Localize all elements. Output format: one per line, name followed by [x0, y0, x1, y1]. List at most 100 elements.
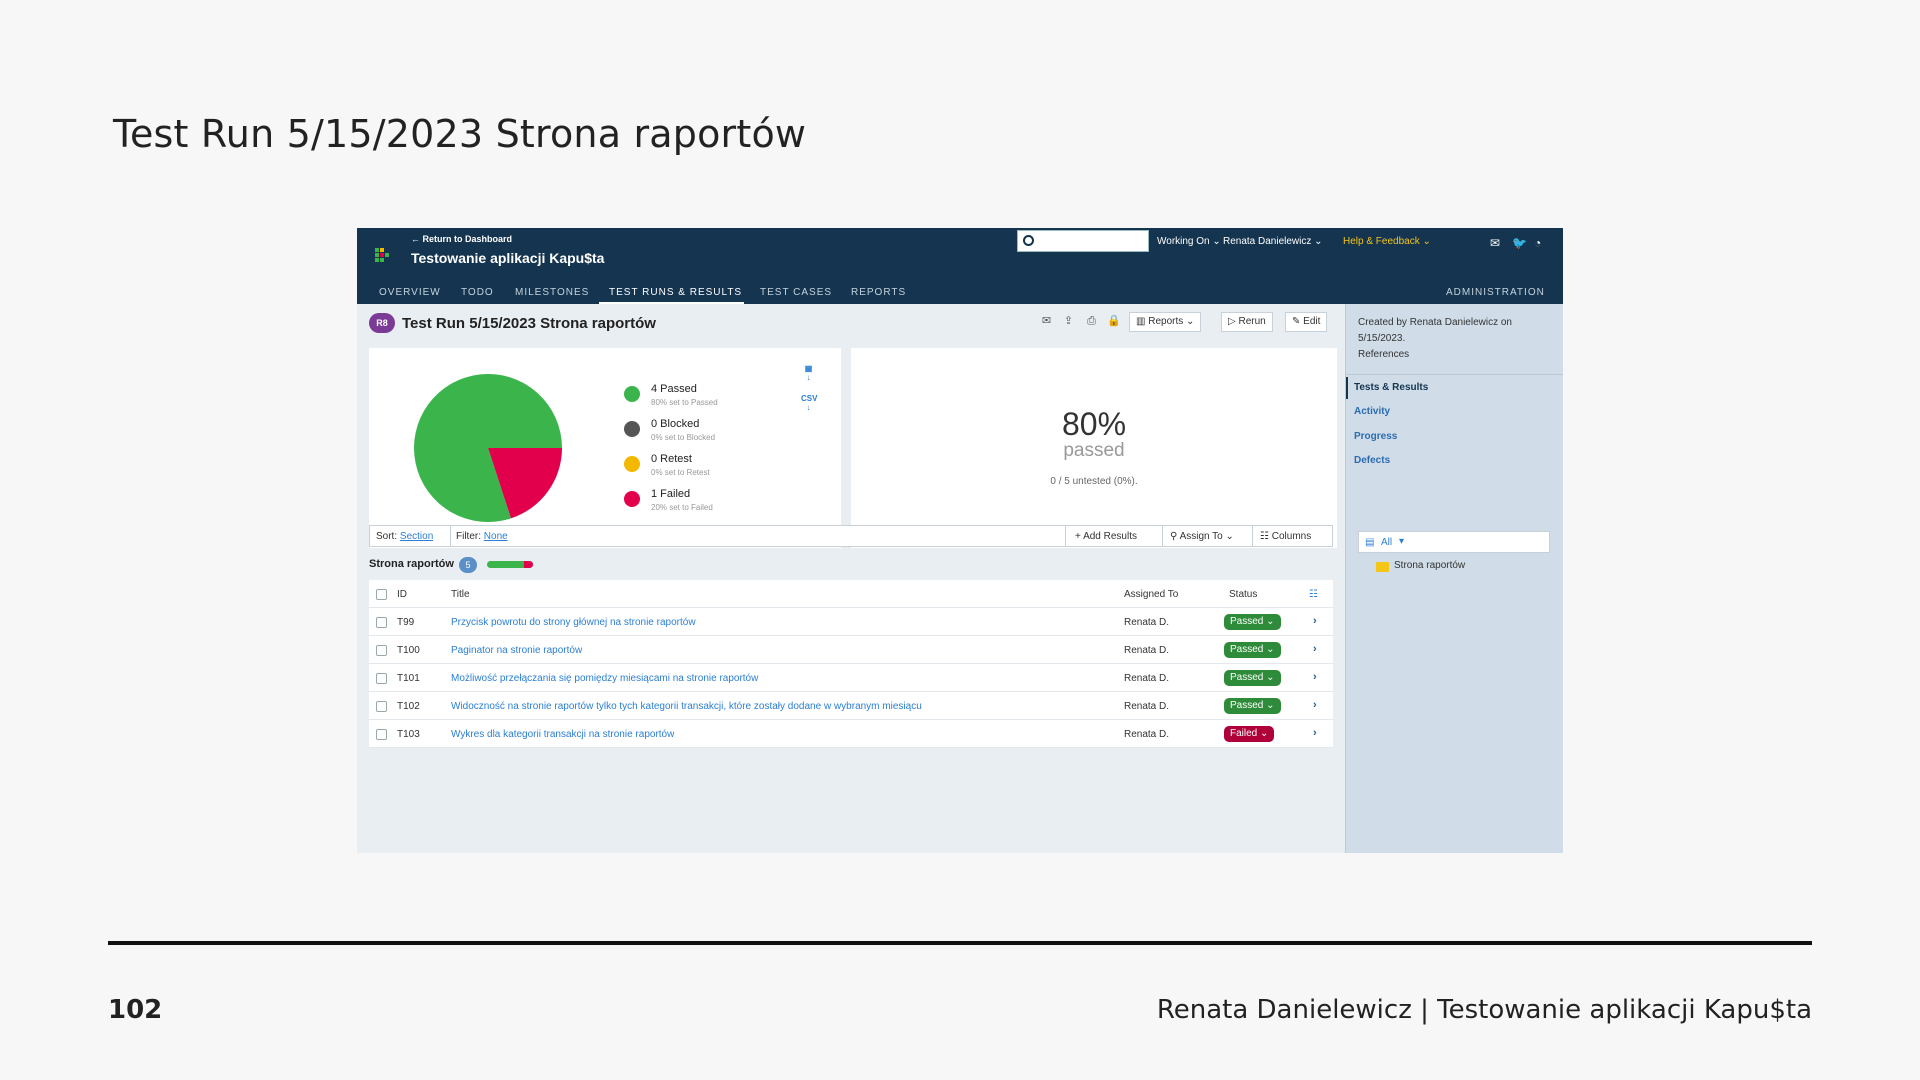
footer-divider [108, 941, 1812, 945]
rerun-button[interactable]: ▷ Rerun [1221, 312, 1273, 332]
failed-dot-icon [624, 491, 640, 507]
tab-milestones[interactable]: MILESTONES [515, 287, 589, 298]
sort-link[interactable]: Section [400, 531, 433, 542]
results-chart-card: 4 Passed 80% set to Passed 0 Blocked 0% … [369, 348, 841, 548]
tab-reports[interactable]: REPORTS [851, 287, 906, 298]
col-title[interactable]: Title [451, 589, 470, 600]
summary-card: 80% passed 0 / 5 untested (0%). [851, 348, 1337, 548]
chevron-right-icon[interactable]: › [1313, 643, 1317, 655]
assigned-to: Renata D. [1124, 701, 1170, 712]
plus-icon: + [1075, 531, 1081, 542]
table-row[interactable]: T100 Paginator na stronie raportów Renata … [369, 636, 1333, 664]
reports-icon: ▥ [1136, 316, 1146, 327]
column-settings-icon[interactable]: ☷ [1309, 589, 1318, 600]
table-row[interactable]: T101 Możliwość przełączania się pomiędzy … [369, 664, 1333, 692]
assign-to-button[interactable]: ⚲ Assign To ⌄ [1170, 531, 1234, 542]
testrail-screenshot: ← Return to Dashboard Testowanie aplikac… [357, 228, 1563, 853]
return-to-dashboard-link[interactable]: ← Return to Dashboard [411, 234, 512, 244]
edit-button[interactable]: ✎ Edit [1285, 312, 1328, 332]
footer-text: Renata Danielewicz | Testowanie aplikacj… [1156, 995, 1812, 1025]
filter-link[interactable]: None [484, 531, 508, 542]
sort-control[interactable]: Sort: Section [376, 531, 433, 542]
col-status[interactable]: Status [1229, 589, 1257, 600]
tests-table: ID Title Assigned To Status ☷ T99 Przycis… [369, 580, 1333, 748]
search-input[interactable] [1017, 230, 1149, 252]
filter-control[interactable]: Filter: None [456, 531, 508, 542]
status-dropdown[interactable]: Passed ⌄ [1224, 642, 1281, 658]
chevron-down-icon: ⌄ [1186, 316, 1195, 327]
select-all-checkbox[interactable] [376, 589, 387, 600]
status-dropdown[interactable]: Passed ⌄ [1224, 670, 1281, 686]
sidebar-item-tests-results[interactable]: Tests & Results [1354, 382, 1428, 393]
page-number: 102 [108, 995, 163, 1025]
help-feedback-menu[interactable]: Help & Feedback ⌄ [1343, 236, 1431, 247]
row-checkbox[interactable] [376, 701, 387, 712]
test-title-link[interactable]: Przycisk powrotu do strony głównej na st… [451, 617, 696, 628]
user-icon: ⚲ [1170, 531, 1178, 542]
table-row[interactable]: T103 Wykres dla kategorii transakcji na s… [369, 720, 1333, 748]
project-name[interactable]: Testowanie aplikacji Kapu$ta [411, 250, 604, 266]
created-info-line2: 5/15/2023. [1358, 333, 1406, 344]
test-title-link[interactable]: Możliwość przełączania się pomiędzy mies… [451, 673, 758, 684]
sidebar-item-defects[interactable]: Defects [1354, 455, 1390, 466]
tab-todo[interactable]: TODO [461, 287, 494, 298]
test-id: T101 [397, 673, 420, 684]
assigned-to: Renata D. [1124, 729, 1170, 740]
status-dropdown[interactable]: Failed ⌄ [1224, 726, 1275, 742]
lock-icon[interactable]: 🔒 [1107, 315, 1121, 328]
columns-button[interactable]: ☷ Columns [1260, 531, 1311, 542]
legend-label: 0 Retest [651, 453, 692, 465]
print-icon[interactable]: ⎙ [1085, 315, 1098, 328]
retest-dot-icon [624, 456, 640, 472]
chevron-right-icon[interactable]: › [1313, 727, 1317, 739]
chevron-down-icon: ⌄ [1266, 616, 1275, 627]
row-checkbox[interactable] [376, 673, 387, 684]
assigned-to: Renata D. [1124, 673, 1170, 684]
sidebar-item-activity[interactable]: Activity [1354, 406, 1390, 417]
tab-test-cases[interactable]: TEST CASES [760, 287, 832, 298]
status-dropdown[interactable]: Passed ⌄ [1224, 698, 1281, 714]
export-icon[interactable]: ⇪ [1062, 315, 1075, 328]
tab-test-runs-results[interactable]: TEST RUNS & RESULTS [609, 287, 742, 298]
user-menu[interactable]: Renata Danielewicz ⌄ [1223, 236, 1323, 247]
tree-filter-select[interactable]: ▤ All ▾ [1358, 531, 1550, 553]
chevron-down-icon: ⌄ [1212, 236, 1221, 247]
add-results-button[interactable]: + Add Results [1075, 531, 1137, 542]
passed-label: passed [1063, 440, 1125, 461]
status-dropdown[interactable]: Passed ⌄ [1224, 614, 1281, 630]
sidebar-item-progress[interactable]: Progress [1354, 431, 1397, 442]
working-on-menu[interactable]: Working On ⌄ [1157, 236, 1221, 247]
row-checkbox[interactable] [376, 617, 387, 628]
download-csv-icon[interactable]: CSV ↓ [801, 394, 817, 412]
row-checkbox[interactable] [376, 645, 387, 656]
row-checkbox[interactable] [376, 729, 387, 740]
test-title-link[interactable]: Widoczność na stronie raportów tylko tyc… [451, 701, 922, 712]
test-title-link[interactable]: Wykres dla kategorii transakcji na stron… [451, 729, 674, 740]
columns-icon: ☷ [1260, 531, 1269, 542]
tab-overview[interactable]: OVERVIEW [379, 287, 441, 298]
chevron-right-icon[interactable]: › [1313, 615, 1317, 627]
table-row[interactable]: T99 Przycisk powrotu do strony głównej na… [369, 608, 1333, 636]
rss-icon[interactable]: ◔ [1534, 236, 1541, 250]
download-image-icon[interactable]: ▦ ↓ [801, 364, 816, 382]
active-link-indicator [1346, 377, 1348, 399]
chevron-right-icon[interactable]: › [1313, 671, 1317, 683]
tree-item-section[interactable]: Strona raportów [1394, 560, 1465, 571]
rerun-icon: ▷ [1228, 316, 1236, 327]
run-badge: R8 [369, 313, 395, 333]
mail-icon[interactable]: ✉ [1490, 236, 1500, 250]
table-row[interactable]: T102 Widoczność na stronie raportów tylko… [369, 692, 1333, 720]
chevron-right-icon[interactable]: › [1313, 699, 1317, 711]
test-title-link[interactable]: Paginator na stronie raportów [451, 645, 582, 656]
section-name: Strona raportów [369, 558, 454, 570]
legend-sub: 80% set to Passed [651, 398, 718, 407]
assigned-to: Renata D. [1124, 617, 1170, 628]
reports-button[interactable]: ▥ Reports ⌄ [1129, 312, 1202, 332]
references-label: References [1358, 349, 1410, 360]
chevron-down-icon: ⌄ [1225, 531, 1234, 542]
col-assigned[interactable]: Assigned To [1124, 589, 1178, 600]
twitter-icon[interactable]: 🐦 [1512, 236, 1527, 250]
tab-administration[interactable]: ADMINISTRATION [1446, 287, 1545, 298]
col-id[interactable]: ID [397, 589, 407, 600]
email-icon[interactable]: ✉ [1040, 315, 1053, 328]
